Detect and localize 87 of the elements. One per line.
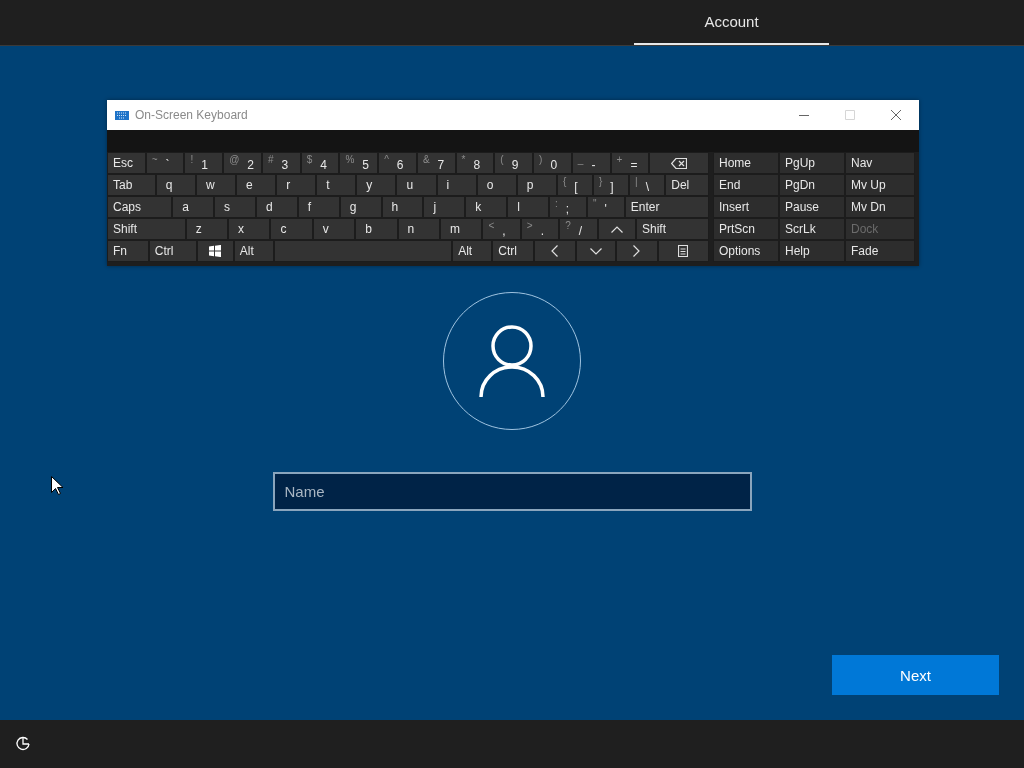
keyboard-key[interactable]: PgDn xyxy=(779,174,845,196)
keyboard-key[interactable]: l xyxy=(507,196,549,218)
keyboard-key[interactable]: ( 9 xyxy=(494,152,534,174)
keyboard-key[interactable]: d xyxy=(255,196,298,218)
keyboard-key[interactable]: ^ 6 xyxy=(378,152,417,174)
keyboard-key[interactable]: Pause xyxy=(779,196,845,218)
keyboard-key[interactable]: y xyxy=(356,174,397,196)
windows-logo-icon xyxy=(209,245,222,257)
keyboard-key[interactable]: $ 4 xyxy=(300,152,340,174)
keyboard-key[interactable]: a xyxy=(172,196,214,218)
keyboard-key[interactable]: PrtScn xyxy=(713,218,779,240)
keyboard-key[interactable]: u xyxy=(396,174,437,196)
keyboard-key[interactable]: i xyxy=(436,174,477,196)
keyboard-key[interactable]: Ctrl xyxy=(492,240,535,262)
keyboard-key[interactable]: c xyxy=(270,218,313,240)
keyboard-key[interactable]: t xyxy=(316,174,357,196)
keyboard-key[interactable]: Esc xyxy=(107,152,146,174)
keyboard-key[interactable]: Alt xyxy=(233,240,275,262)
keyboard-key[interactable]: Help xyxy=(779,240,845,262)
keyboard-key[interactable]: ? / xyxy=(559,218,598,240)
keyboard-key[interactable]: f xyxy=(297,196,340,218)
keyboard-key[interactable]: b xyxy=(355,218,398,240)
keyboard-key[interactable]: % 5 xyxy=(339,152,379,174)
maximize-icon xyxy=(845,110,855,120)
keyboard-key[interactable]: Shift xyxy=(107,218,186,240)
keyboard-key[interactable]: r xyxy=(276,174,317,196)
keyboard-key[interactable]: q xyxy=(155,174,196,196)
keyboard-key[interactable]: Fade xyxy=(845,240,915,262)
keyboard-key[interactable]: Home xyxy=(713,152,779,174)
keyboard-key[interactable]: & 7 xyxy=(416,152,456,174)
keyboard-key[interactable] xyxy=(196,240,234,262)
keyboard-key[interactable]: z xyxy=(185,218,229,240)
menu-key-icon xyxy=(678,245,689,257)
keyboard-key[interactable]: Del xyxy=(665,174,709,196)
keyboard-key[interactable]: " ' xyxy=(586,196,625,218)
window-title: On-Screen Keyboard xyxy=(135,108,249,122)
keyboard-key[interactable]: Caps xyxy=(107,196,173,218)
keyboard-key[interactable]: Insert xyxy=(713,196,779,218)
keyboard-key[interactable]: Alt xyxy=(452,240,493,262)
keyboard-key[interactable]: _ - xyxy=(571,152,611,174)
keyboard-key[interactable]: Shift xyxy=(635,218,710,240)
keyboard-key[interactable]: ! 1 xyxy=(184,152,224,174)
keyboard-key[interactable]: m xyxy=(440,218,483,240)
keyboard-key[interactable]: o xyxy=(476,174,517,196)
keyboard-key[interactable]: # 3 xyxy=(261,152,301,174)
keyboard-key[interactable] xyxy=(657,240,709,262)
keyboard-key[interactable]: + = xyxy=(610,152,650,174)
keyboard-key[interactable]: w xyxy=(195,174,236,196)
keyboard-key[interactable]: Options xyxy=(713,240,779,262)
keyboard-key[interactable]: n xyxy=(397,218,440,240)
keyboard-key[interactable]: Mv Up xyxy=(845,174,915,196)
keyboard-key[interactable]: ~ ` xyxy=(145,152,185,174)
keyboard-key[interactable]: { [ xyxy=(556,174,593,196)
keyboard-key[interactable]: @ 2 xyxy=(223,152,262,174)
close-icon xyxy=(891,110,901,120)
keyboard-key[interactable]: Enter xyxy=(624,196,709,218)
keyboard-key[interactable]: p xyxy=(516,174,557,196)
ease-of-access-icon[interactable] xyxy=(15,736,31,752)
keyboard-key[interactable]: x xyxy=(228,218,271,240)
keyboard-key[interactable]: Fn xyxy=(107,240,149,262)
keyboard-key[interactable]: Ctrl xyxy=(148,240,197,262)
keyboard-key[interactable]: End xyxy=(713,174,779,196)
keyboard-key[interactable]: > . xyxy=(520,218,560,240)
backspace-icon xyxy=(671,157,688,169)
keyboard-key[interactable]: e xyxy=(236,174,277,196)
keyboard-key[interactable]: } ] xyxy=(593,174,630,196)
keyboard-key[interactable]: k xyxy=(465,196,508,218)
keyboard-key[interactable]: ScrLk xyxy=(779,218,845,240)
keyboard-key[interactable]: * 8 xyxy=(455,152,495,174)
mouse-pointer-icon xyxy=(51,476,63,495)
name-field[interactable]: Name xyxy=(272,472,752,511)
keyboard-key[interactable]: ) 0 xyxy=(533,152,572,174)
keyboard-key[interactable]: Nav xyxy=(845,152,915,174)
keyboard-key[interactable]: Mv Dn xyxy=(845,196,915,218)
keyboard-icon xyxy=(115,110,129,120)
keyboard-key[interactable]: v xyxy=(312,218,356,240)
keyboard-key[interactable]: PgUp xyxy=(779,152,845,174)
keyboard-key[interactable] xyxy=(649,152,710,174)
keyboard-key[interactable]: : ; xyxy=(549,196,587,218)
keyboard-key[interactable]: < , xyxy=(482,218,521,240)
keyboard-key[interactable]: g xyxy=(339,196,382,218)
keyboard-key[interactable]: | \ xyxy=(629,174,666,196)
keyboard-key[interactable]: Tab xyxy=(107,174,156,196)
keyboard-key[interactable]: h xyxy=(381,196,424,218)
next-button[interactable]: Next xyxy=(832,655,999,695)
keyboard-key[interactable]: s xyxy=(214,196,256,218)
keyboard-key[interactable]: j xyxy=(423,196,466,218)
